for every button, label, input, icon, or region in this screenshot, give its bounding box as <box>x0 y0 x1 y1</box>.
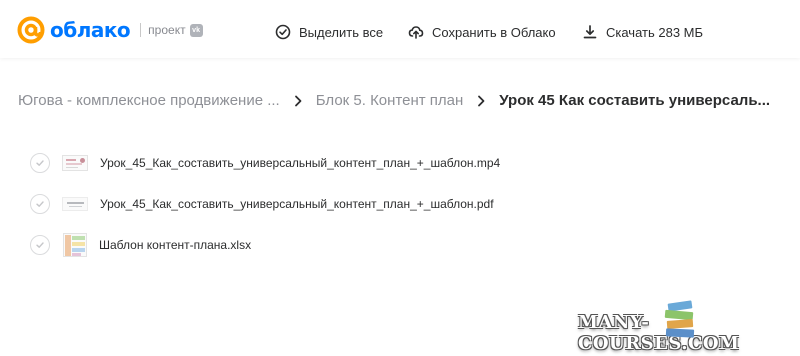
file-row-pdf[interactable]: Урок_45_Как_составить_универсальный_конт… <box>30 192 494 216</box>
select-checkbox[interactable] <box>30 235 50 255</box>
file-row-xlsx[interactable]: Шаблон контент-плана.xlsx <box>30 233 251 257</box>
watermark: MANY-COURSES.COM <box>578 300 800 354</box>
select-checkbox[interactable] <box>30 194 50 214</box>
cloud-upload-icon <box>408 26 424 39</box>
save-to-cloud-button[interactable]: Сохранить в Облако <box>408 24 556 40</box>
breadcrumb-current: Урок 45 Как составить универсаль... <box>499 92 771 109</box>
logo-divider <box>140 23 142 37</box>
file-name: Шаблон контент-плана.xlsx <box>99 238 252 252</box>
breadcrumb: Югова - комплексное продвижение ... Блок… <box>18 92 770 109</box>
spreadsheet-thumbnail-icon <box>63 233 87 257</box>
file-name: Урок_45_Как_составить_универсальный_конт… <box>100 197 494 211</box>
stacked-books-logo-icon <box>664 300 695 338</box>
top-header: облако проект vk Выделить все Сохранить … <box>0 0 800 58</box>
download-icon <box>583 25 597 39</box>
download-label: Скачать 283 МБ <box>606 24 704 40</box>
chevron-right-icon <box>294 95 302 106</box>
check-icon <box>36 242 44 248</box>
chevron-right-icon <box>478 95 485 106</box>
file-name: Урок_45_Как_составить_универсальный_конт… <box>100 156 501 170</box>
check-circle-icon <box>275 24 291 40</box>
brand-subtitle: проект <box>148 23 186 37</box>
save-to-cloud-label: Сохранить в Облако <box>432 24 556 40</box>
video-thumbnail-icon <box>62 155 88 171</box>
brand-name: облако <box>50 18 131 42</box>
at-sign-logo-icon <box>17 16 45 44</box>
file-row-mp4[interactable]: Урок_45_Как_составить_универсальный_конт… <box>30 151 500 175</box>
breadcrumb-item-course[interactable]: Югова - комплексное продвижение ... <box>18 92 280 109</box>
check-icon <box>36 201 44 207</box>
select-checkbox[interactable] <box>30 153 50 173</box>
breadcrumb-item-block[interactable]: Блок 5. Контент план <box>316 92 464 109</box>
check-icon <box>36 160 44 166</box>
pdf-thumbnail-icon <box>62 197 88 211</box>
vk-badge-icon: vk <box>189 23 203 37</box>
download-button[interactable]: Скачать 283 МБ <box>582 24 703 40</box>
select-all-label: Выделить все <box>299 24 384 40</box>
select-all-button[interactable]: Выделить все <box>275 24 383 40</box>
cloud-logo[interactable]: облако проект vk <box>16 15 203 45</box>
